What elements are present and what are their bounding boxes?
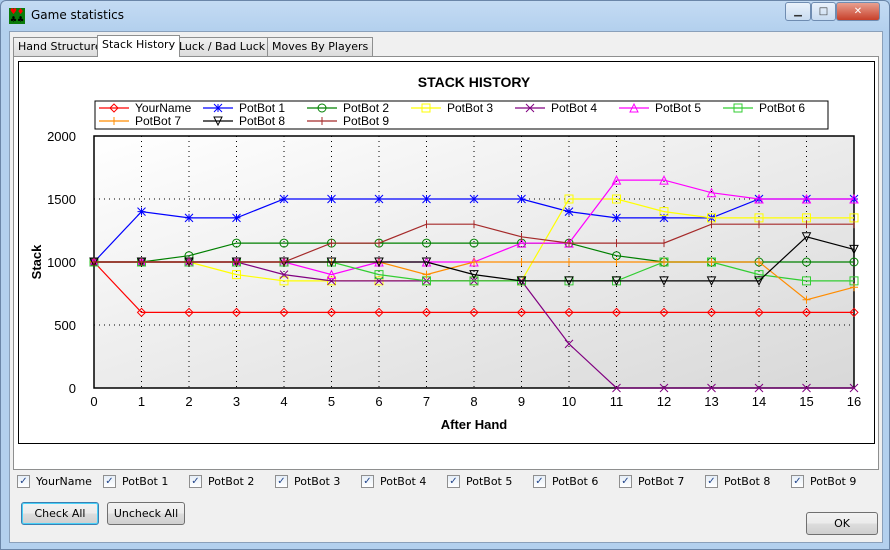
x-tick-label: 13 bbox=[704, 394, 718, 409]
tab-luck-bad-luck[interactable]: Luck / Bad Luck bbox=[174, 37, 271, 56]
asterisk-marker bbox=[213, 103, 223, 113]
dialog-body: Hand Structure Stack History Luck / Bad … bbox=[9, 31, 883, 543]
x-tick-label: 14 bbox=[752, 394, 766, 409]
legend-label: PotBot 6 bbox=[759, 101, 805, 115]
check-all-button[interactable]: Check All bbox=[21, 502, 99, 525]
asterisk-marker bbox=[232, 213, 241, 223]
checkbox-box[interactable]: ✓ bbox=[533, 474, 546, 488]
checkbox-label: PotBot 5 bbox=[466, 474, 513, 488]
asterisk-marker bbox=[374, 194, 384, 204]
x-tick-label: 3 bbox=[233, 394, 240, 409]
legend-label: PotBot 1 bbox=[239, 101, 285, 115]
legend-label: YourName bbox=[135, 101, 192, 115]
series-checkbox[interactable]: ✓ PotBot 5 bbox=[447, 473, 512, 489]
x-axis-label: After Hand bbox=[441, 417, 508, 432]
stack-history-panel: STACK HISTORY After Hand Stack 0 1 2 3 4 5 6 7 8 9 10… bbox=[13, 56, 879, 525]
asterisk-marker bbox=[517, 194, 526, 204]
checkbox-label: PotBot 9 bbox=[810, 474, 857, 488]
x-tick-label: 10 bbox=[562, 394, 576, 409]
asterisk-marker bbox=[279, 194, 289, 204]
checkbox-label: PotBot 7 bbox=[638, 474, 685, 488]
x-tick-label: 5 bbox=[328, 394, 335, 409]
asterisk-marker bbox=[422, 194, 431, 204]
window-title: Game statistics bbox=[31, 8, 125, 22]
asterisk-marker bbox=[612, 213, 621, 223]
asterisk-marker bbox=[469, 194, 479, 204]
series-checkbox[interactable]: ✓ PotBot 7 bbox=[619, 473, 684, 489]
series-checkbox[interactable]: ✓ PotBot 8 bbox=[705, 473, 770, 489]
title-bar[interactable]: ♥♦ ♣♣ Game statistics ▁ □ ✕ bbox=[1, 1, 889, 29]
checkbox-box[interactable]: ✓ bbox=[791, 474, 804, 488]
series-checkbox[interactable]: ✓ PotBot 6 bbox=[533, 473, 598, 489]
chart-title: STACK HISTORY bbox=[418, 74, 531, 90]
checkbox-box[interactable]: ✓ bbox=[619, 474, 632, 488]
checkbox-box[interactable]: ✓ bbox=[189, 474, 202, 488]
checkbox-label: PotBot 8 bbox=[724, 474, 771, 488]
asterisk-marker bbox=[184, 213, 194, 223]
legend-label: PotBot 4 bbox=[551, 101, 597, 115]
checkbox-label: PotBot 3 bbox=[294, 474, 341, 488]
x-tick-label: 8 bbox=[470, 394, 477, 409]
legend-label: PotBot 3 bbox=[447, 101, 493, 115]
asterisk-marker bbox=[137, 207, 146, 216]
checkbox-box[interactable]: ✓ bbox=[447, 474, 460, 488]
x-tick-label: 12 bbox=[657, 394, 671, 409]
tab-hand-structure[interactable]: Hand Structure bbox=[13, 37, 107, 56]
checkbox-label: PotBot 6 bbox=[552, 474, 599, 488]
checkbox-label: PotBot 4 bbox=[380, 474, 427, 488]
series-checkbox[interactable]: ✓ PotBot 3 bbox=[275, 473, 340, 489]
y-tick-label: 500 bbox=[54, 318, 76, 333]
series-checkbox[interactable]: ✓ PotBot 4 bbox=[361, 473, 426, 489]
ok-button[interactable]: OK bbox=[806, 512, 878, 535]
x-tick-label: 4 bbox=[280, 394, 287, 409]
checkbox-box[interactable]: ✓ bbox=[103, 474, 116, 488]
y-axis-label: Stack bbox=[29, 244, 44, 279]
close-button[interactable]: ✕ bbox=[836, 2, 880, 21]
legend-label: PotBot 8 bbox=[239, 114, 285, 128]
minimize-button[interactable]: ▁ bbox=[785, 2, 811, 21]
legend-label: PotBot 2 bbox=[343, 101, 389, 115]
maximize-button[interactable]: □ bbox=[811, 2, 836, 21]
y-tick-label: 1500 bbox=[47, 192, 76, 207]
tab-moves-by-players[interactable]: Moves By Players bbox=[267, 37, 374, 56]
tab-stack-history[interactable]: Stack History bbox=[97, 35, 181, 57]
series-checkbox[interactable]: ✓ PotBot 2 bbox=[189, 473, 254, 489]
legend-label: PotBot 7 bbox=[135, 114, 181, 128]
x-tick-label: 9 bbox=[518, 394, 525, 409]
y-tick-label: 2000 bbox=[47, 129, 76, 144]
checkbox-box[interactable]: ✓ bbox=[705, 474, 718, 488]
y-tick-label: 0 bbox=[69, 381, 76, 396]
x-tick-label: 15 bbox=[799, 394, 813, 409]
legend-label: PotBot 9 bbox=[343, 114, 389, 128]
game-statistics-window: ♥♦ ♣♣ Game statistics ▁ □ ✕ Hand Structur… bbox=[0, 0, 890, 550]
stack-history-chart: STACK HISTORY After Hand Stack 0 1 2 3 4 5 6 7 8 9 10… bbox=[18, 61, 875, 444]
checkbox-label: YourName bbox=[36, 474, 92, 488]
x-tick-label: 6 bbox=[375, 394, 382, 409]
legend-label: PotBot 5 bbox=[655, 101, 701, 115]
checkbox-label: PotBot 1 bbox=[122, 474, 169, 488]
series-checkbox[interactable]: ✓ YourName bbox=[17, 473, 92, 489]
asterisk-marker bbox=[564, 207, 574, 216]
series-checkbox[interactable]: ✓ PotBot 1 bbox=[103, 473, 168, 489]
checkbox-label: PotBot 2 bbox=[208, 474, 255, 488]
checkbox-box[interactable]: ✓ bbox=[361, 474, 374, 488]
x-tick-label: 0 bbox=[90, 394, 97, 409]
x-tick-label: 16 bbox=[847, 394, 861, 409]
y-tick-label: 1000 bbox=[47, 255, 76, 270]
cards-icon: ♥♦ ♣♣ bbox=[9, 7, 25, 24]
x-tick-label: 7 bbox=[423, 394, 430, 409]
uncheck-all-button[interactable]: Uncheck All bbox=[107, 502, 185, 525]
asterisk-marker bbox=[659, 213, 669, 223]
x-tick-label: 11 bbox=[610, 394, 624, 409]
chart-svg: STACK HISTORYAfter HandStack0 1 2 3 4 5 6 7 8 9 10… bbox=[29, 74, 861, 432]
x-tick-label: 1 bbox=[138, 394, 145, 409]
asterisk-marker bbox=[327, 194, 336, 204]
x-tick-label: 2 bbox=[185, 394, 192, 409]
series-checkbox[interactable]: ✓ PotBot 9 bbox=[791, 473, 856, 489]
checkbox-box[interactable]: ✓ bbox=[17, 474, 30, 488]
checkbox-box[interactable]: ✓ bbox=[275, 474, 288, 488]
